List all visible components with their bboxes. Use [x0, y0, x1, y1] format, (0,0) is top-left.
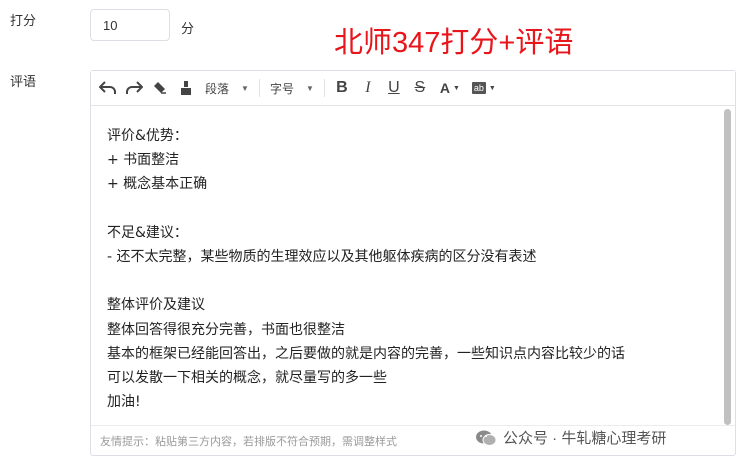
- chevron-down-icon: ▼: [452, 84, 460, 92]
- underline-button[interactable]: U: [381, 76, 407, 100]
- bold-button[interactable]: B: [329, 76, 355, 100]
- editor-line: - 还不太完整，某些物质的生理效应以及其他躯体疾病的区分没有表述: [107, 249, 537, 265]
- redo-icon[interactable]: [121, 76, 147, 100]
- undo-icon[interactable]: [95, 76, 121, 100]
- editor-line: + 概念基本正确: [107, 176, 208, 193]
- fontsize-dropdown[interactable]: 字号 ▼: [264, 76, 320, 100]
- editor-line: 可以发散一下相关的概念，就尽量写的多一些: [107, 370, 387, 386]
- scrollbar[interactable]: [724, 109, 731, 425]
- paragraph-dropdown[interactable]: 段落 ▼: [199, 76, 255, 100]
- watermark: 公众号 · 牛轧糖心理考研: [471, 427, 671, 448]
- chevron-down-icon: ▼: [305, 83, 314, 93]
- toolbar-divider: [323, 79, 325, 97]
- eraser-icon[interactable]: [147, 76, 173, 100]
- chevron-down-icon: ▼: [488, 84, 496, 92]
- score-unit: 分: [181, 21, 195, 36]
- overlay-title: 北师347打分+评语: [334, 27, 574, 59]
- editor-line: 基本的框架已经能回答出，之后要做的就是内容的完善，一些知识点内容比较少的话: [107, 345, 625, 362]
- background-color-icon: ab: [471, 82, 486, 94]
- chevron-down-icon: ▼: [241, 83, 249, 93]
- font-color-button[interactable]: A ▼: [433, 76, 467, 100]
- strikethrough-button[interactable]: S: [407, 76, 433, 100]
- editor-content[interactable]: 评价&优势： + 书面整洁 + 概念基本正确 不足&建议： - 还不太完整，某些物质的生…: [107, 124, 713, 414]
- editor-line: 加油!: [107, 394, 141, 411]
- editor-line: 整体回答得很充分完善，书面也很整洁: [107, 321, 345, 338]
- score-label: 打分: [10, 13, 37, 28]
- editor-line: 不足&建议：: [107, 224, 188, 241]
- score-input[interactable]: [90, 9, 170, 41]
- wechat-icon: [475, 429, 497, 447]
- paragraph-label: 段落: [205, 81, 230, 96]
- watermark-text: 公众号 · 牛轧糖心理考研: [503, 430, 667, 447]
- rich-text-editor[interactable]: 段落 ▼ 字号 ▼ B I U S A ▼ ab ▼ 评价&优势： + 书面整洁 + 概念基…: [90, 70, 736, 456]
- editor-line: + 书面整洁: [107, 152, 180, 169]
- background-color-button[interactable]: ab ▼: [467, 76, 501, 100]
- fontsize-label: 字号: [269, 81, 294, 96]
- toolbar-divider: [258, 79, 260, 97]
- format-painter-icon[interactable]: [173, 76, 199, 100]
- font-color-label: A: [439, 80, 450, 96]
- editor-line: 整体评价及建议: [107, 297, 205, 314]
- comment-label: 评语: [10, 74, 37, 89]
- editor-toolbar: 段落 ▼ 字号 ▼ B I U S A ▼ ab ▼: [91, 71, 735, 106]
- editor-line: 评价&优势：: [107, 128, 188, 144]
- italic-button[interactable]: I: [355, 76, 381, 100]
